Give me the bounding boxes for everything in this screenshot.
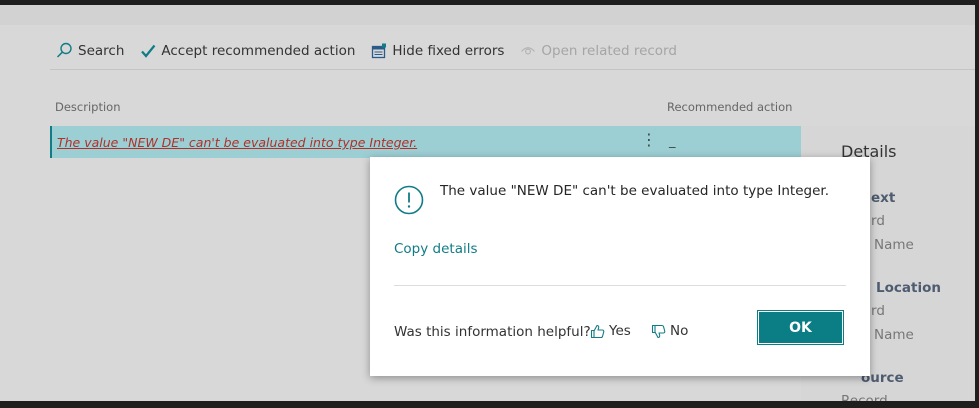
search-label: Search — [78, 42, 125, 59]
open-label: Open related record — [541, 42, 677, 59]
thumbs-down-icon — [651, 324, 666, 338]
column-header-description[interactable]: Description — [55, 100, 121, 114]
hide-errors-icon — [372, 43, 387, 58]
feedback-yes-button[interactable]: Yes — [590, 323, 631, 339]
action-bar: Search Accept recommended action Hide fi… — [50, 32, 975, 70]
accept-recommended-action-button[interactable]: Accept recommended action — [140, 43, 355, 59]
copy-details-link[interactable]: Copy details — [394, 241, 478, 257]
accept-label: Accept recommended action — [161, 42, 356, 59]
search-button[interactable]: Search — [56, 42, 124, 59]
column-header-recommended-action[interactable]: Recommended action — [667, 100, 792, 114]
thumbs-up-icon — [590, 324, 605, 338]
details-field: rd — [871, 213, 885, 229]
error-dialog: The value "NEW DE" can't be evaluated in… — [370, 157, 870, 376]
dialog-divider — [394, 285, 846, 286]
no-label: No — [670, 323, 689, 339]
hide-label: Hide fixed errors — [392, 42, 505, 59]
row-description-link[interactable]: The value "NEW DE" can't be evaluated in… — [57, 135, 417, 150]
more-options-icon[interactable]: ⋮ — [641, 131, 657, 149]
table-row[interactable]: The value "NEW DE" can't be evaluated in… — [50, 126, 801, 158]
top-strip — [0, 5, 975, 25]
helpful-question: Was this information helpful? — [394, 324, 591, 340]
details-field: Name — [874, 327, 914, 343]
details-section-heading: Location — [876, 280, 941, 296]
info-icon — [394, 185, 424, 215]
search-icon — [56, 42, 72, 58]
row-recommended-action: _ — [669, 134, 676, 149]
details-section-heading: ext — [871, 190, 896, 206]
open-related-record-button[interactable]: Open related record — [520, 43, 677, 59]
checkmark-icon — [141, 44, 156, 58]
details-field: Name — [874, 237, 914, 253]
yes-label: Yes — [609, 323, 631, 339]
ok-button[interactable]: OK — [757, 310, 844, 345]
feedback-no-button[interactable]: No — [651, 323, 688, 339]
open-record-icon — [521, 46, 536, 55]
dialog-message: The value "NEW DE" can't be evaluated in… — [440, 183, 830, 199]
details-field: rd — [871, 303, 885, 319]
details-field: Record — [841, 393, 888, 401]
hide-fixed-errors-button[interactable]: Hide fixed errors — [371, 43, 504, 59]
